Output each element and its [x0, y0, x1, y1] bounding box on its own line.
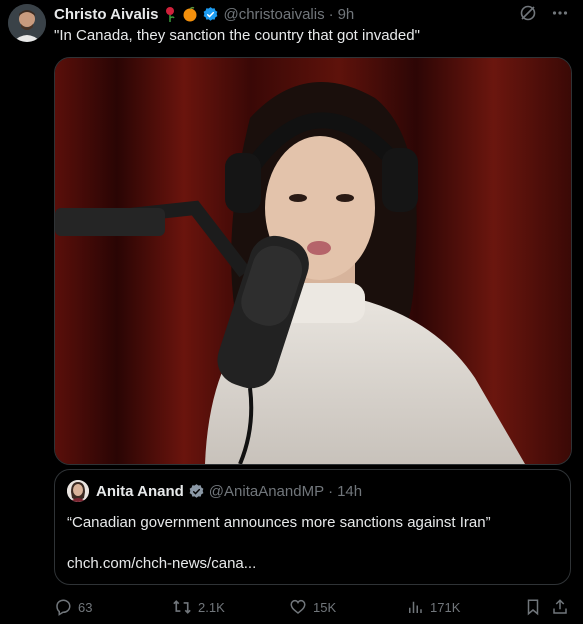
- tweet-time[interactable]: 9h: [338, 6, 355, 23]
- author-avatar[interactable]: [8, 4, 46, 42]
- grok-icon[interactable]: [519, 4, 537, 22]
- reply-button[interactable]: 63: [54, 594, 92, 620]
- separator-dot: ·: [328, 5, 334, 23]
- quoted-tweet-time[interactable]: 14h: [337, 483, 362, 500]
- video-frame-image: [55, 58, 571, 464]
- bookmark-button[interactable]: [524, 594, 542, 620]
- quoted-author-name[interactable]: Anita Anand: [96, 483, 184, 500]
- heart-icon: [289, 598, 307, 616]
- tweet-top-actions: [519, 4, 569, 22]
- views-chart-icon: [406, 598, 424, 616]
- views-count: 171K: [430, 599, 461, 615]
- views-button[interactable]: 171K: [406, 594, 460, 620]
- like-button[interactable]: 15K: [289, 594, 336, 620]
- quoted-tweet[interactable]: Anita Anand @AnitaAnandMP · 14h “Canadia…: [54, 469, 571, 585]
- reply-icon: [54, 598, 72, 616]
- quoted-author-handle[interactable]: @AnitaAnandMP: [209, 483, 324, 500]
- tweet-header: Christo Aivalis @christoaivalis · 9h: [54, 4, 354, 24]
- quoted-separator-dot: ·: [328, 482, 334, 500]
- quoted-tweet-text: “Canadian government announces more sanc…: [67, 514, 491, 531]
- rose-emoji-icon: [162, 6, 178, 22]
- share-button[interactable]: [551, 594, 569, 620]
- repost-count: 2.1K: [198, 599, 225, 615]
- quoted-verified-badge-icon[interactable]: [188, 483, 205, 500]
- like-count: 15K: [313, 599, 337, 615]
- more-options-icon[interactable]: [551, 4, 569, 22]
- bookmark-icon: [524, 598, 542, 616]
- orange-emoji-icon: [182, 6, 198, 22]
- reply-count: 63: [78, 599, 93, 615]
- verified-badge-icon[interactable]: [202, 6, 219, 23]
- author-handle[interactable]: @christoaivalis: [223, 6, 324, 23]
- repost-icon: [172, 598, 192, 616]
- tweet-text: "In Canada, they sanction the country th…: [54, 27, 420, 44]
- quoted-tweet-link[interactable]: chch.com/chch-news/cana...: [67, 555, 256, 572]
- tweet-action-bar: 63 2.1K 15K 171K: [54, 594, 575, 620]
- quoted-author-avatar[interactable]: [67, 480, 89, 502]
- share-icon: [551, 598, 569, 616]
- tweet-media-video[interactable]: [54, 57, 572, 465]
- quoted-tweet-header: Anita Anand @AnitaAnandMP · 14h: [67, 480, 362, 502]
- author-name[interactable]: Christo Aivalis: [54, 6, 158, 23]
- repost-button[interactable]: 2.1K: [172, 594, 225, 620]
